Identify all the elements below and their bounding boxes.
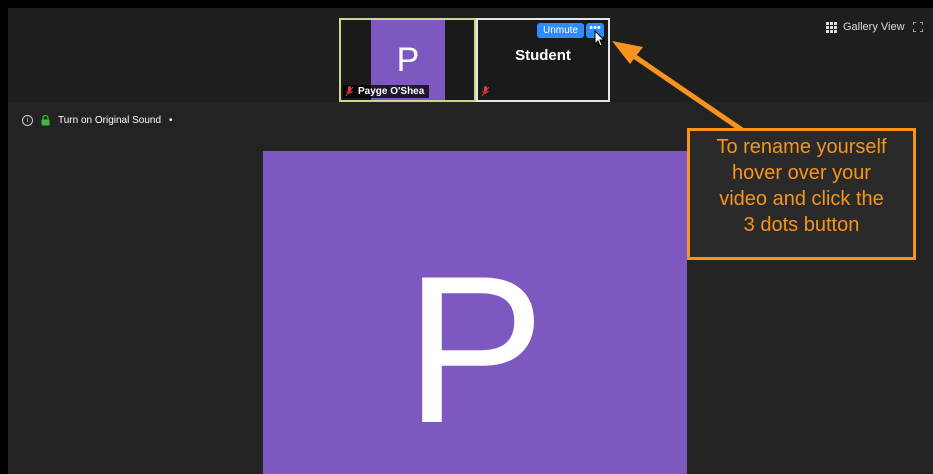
callout-line: To rename yourself bbox=[716, 136, 887, 158]
callout-line: hover over your bbox=[732, 162, 871, 184]
instruction-callout: To rename yourself hover over your video… bbox=[687, 128, 916, 260]
screenshot-frame: P Payge O'Shea Unmute ••• Student Galler bbox=[0, 0, 933, 474]
callout-line: 3 dots button bbox=[743, 214, 860, 236]
callout-line: video and click the bbox=[719, 188, 884, 210]
